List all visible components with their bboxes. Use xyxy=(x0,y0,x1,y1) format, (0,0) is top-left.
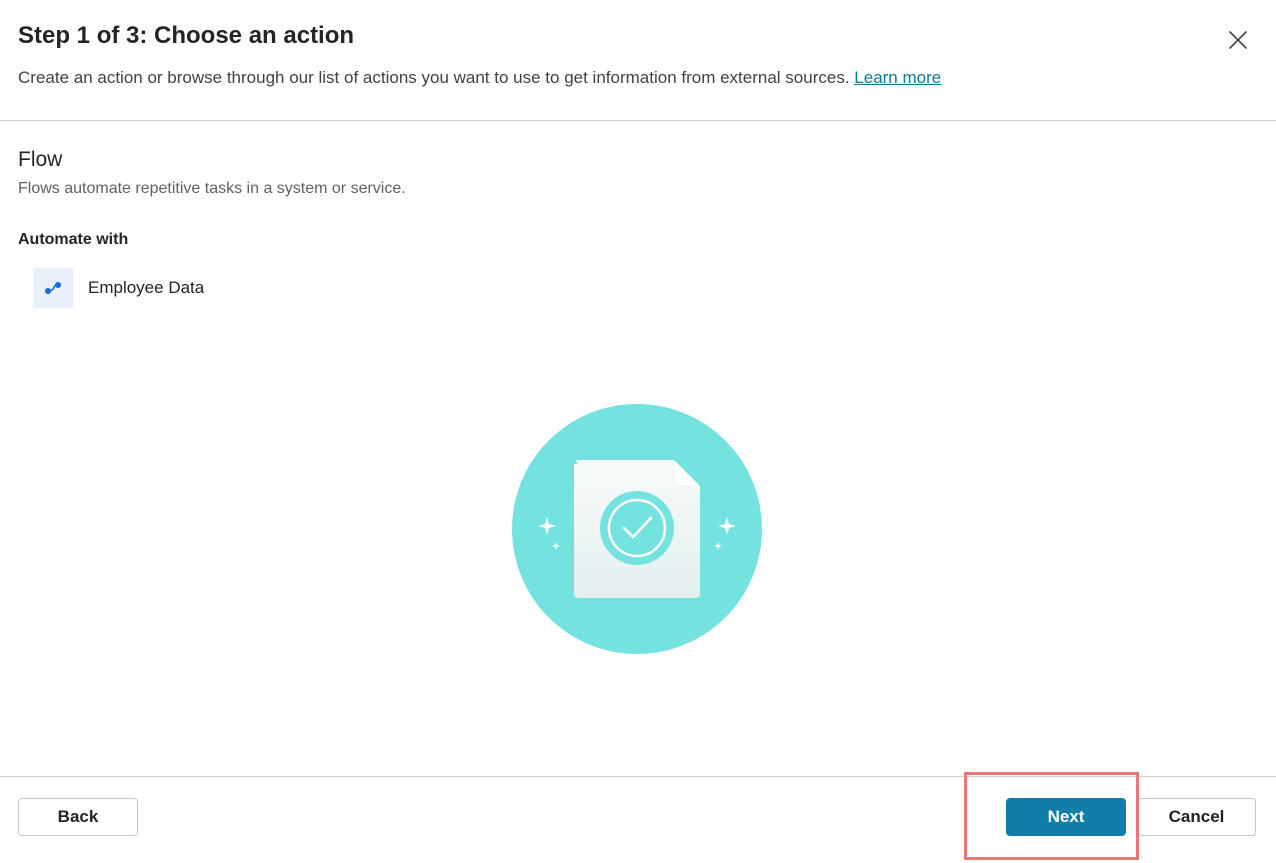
dialog-footer: Back Next Cancel xyxy=(0,776,1276,863)
learn-more-link[interactable]: Learn more xyxy=(854,68,941,87)
dialog-subtitle-text: Create an action or browse through our l… xyxy=(18,68,850,87)
close-icon xyxy=(1229,31,1247,49)
flow-item-employee-data[interactable]: Employee Data xyxy=(33,268,204,308)
dialog-subtitle: Create an action or browse through our l… xyxy=(18,68,941,88)
section-title: Flow xyxy=(18,148,63,171)
choose-action-dialog: Step 1 of 3: Choose an action Create an … xyxy=(0,0,1276,863)
next-button[interactable]: Next xyxy=(1006,798,1126,836)
dialog-header: Step 1 of 3: Choose an action Create an … xyxy=(0,0,1276,121)
flow-item-label: Employee Data xyxy=(88,278,205,297)
flow-icon xyxy=(33,268,73,308)
section-description: Flows automate repetitive tasks in a sys… xyxy=(18,180,406,197)
dialog-title: Step 1 of 3: Choose an action xyxy=(18,22,355,49)
automate-with-label: Automate with xyxy=(18,231,129,248)
flow-illustration xyxy=(512,404,762,654)
close-button[interactable] xyxy=(1226,28,1250,52)
back-button[interactable]: Back xyxy=(18,798,138,836)
cancel-button[interactable]: Cancel xyxy=(1137,798,1256,836)
